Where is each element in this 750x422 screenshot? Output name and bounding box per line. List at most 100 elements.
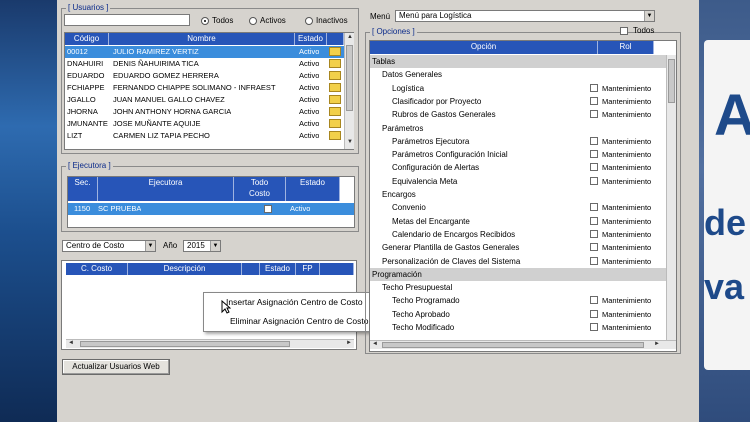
tree-option-row[interactable]: Parámetros Ejecutora Mantenimiento (370, 135, 666, 148)
tree-option-row[interactable]: Personalización de Claves del Sistema Man… (370, 255, 666, 268)
opciones-horizontal-scrollbar[interactable]: ◄ ► (370, 340, 676, 349)
usuario-row[interactable]: 00012 JULIO RAMIREZ VERTIZ Activo (65, 46, 344, 58)
opciones-vertical-scrollbar[interactable] (666, 55, 676, 340)
usuario-row[interactable]: FCHIAPPE FERNANDO CHIAPPE SOLIMANO - INF… (65, 82, 344, 94)
scroll-thumb[interactable] (80, 341, 290, 347)
tree-option-row[interactable]: Techo Aprobado Mantenimiento (370, 308, 666, 321)
folder-icon[interactable] (329, 95, 341, 104)
folder-icon[interactable] (329, 59, 341, 68)
scroll-thumb[interactable] (346, 45, 353, 111)
eliminar-asignacion-menu-item[interactable]: Eliminar Asignación Centro de Costo (230, 316, 368, 326)
tree-section-row[interactable]: Programación (370, 267, 666, 281)
rol-checkbox[interactable] (590, 83, 598, 92)
opciones-todos-checkbox[interactable] (620, 27, 628, 35)
insertar-asignacion-menu-item[interactable]: Insertar Asignación Centro de Costo (226, 297, 363, 307)
usuario-row[interactable]: DNAHUIRI DENIS ÑAHUIRIMA TICA Activo (65, 58, 344, 70)
scroll-thumb[interactable] (382, 342, 644, 348)
rol-label: Mantenimiento (602, 203, 652, 213)
tree-option-row[interactable]: Datos Generales (370, 68, 666, 81)
usuario-row[interactable]: EDUARDO EDUARDO GOMEZ HERRERA Activo (65, 70, 344, 82)
col-header-sec[interactable]: Sec. (68, 177, 98, 201)
rol-checkbox[interactable] (590, 150, 598, 159)
desktop-background-left (0, 0, 58, 422)
col-header-estado[interactable]: Estado (260, 263, 296, 275)
tree-option-row[interactable]: Configuración de Alertas Mantenimiento (370, 161, 666, 174)
tree-option-row[interactable]: Techo Modificado Mantenimiento (370, 321, 666, 334)
desktop-background-right: A de va (698, 0, 750, 422)
usuario-row[interactable]: JHORNA JOHN ANTHONY HORNA GARCIA Activo (65, 106, 344, 118)
anio-select[interactable]: 2015 ▼ (183, 240, 221, 252)
tipo-costo-select[interactable]: Centro de Costo ▼ (62, 240, 156, 252)
col-header-estado[interactable]: Estado (286, 177, 340, 201)
col-header-opcion[interactable]: Opción (370, 41, 598, 54)
folder-icon[interactable] (329, 47, 341, 56)
rol-checkbox[interactable] (590, 176, 598, 185)
tree-option-label: Techo Modificado (392, 323, 455, 332)
tree-option-row[interactable]: Parámetros (370, 122, 666, 135)
folder-icon[interactable] (329, 119, 341, 128)
rol-checkbox[interactable] (590, 110, 598, 119)
scroll-thumb[interactable] (668, 59, 675, 103)
todo-costo-checkbox[interactable] (264, 205, 272, 213)
folder-icon[interactable] (329, 71, 341, 80)
tree-option-row[interactable]: Parámetros Configuración Inicial Mantenim… (370, 148, 666, 161)
rol-label: Mantenimiento (602, 110, 652, 120)
tree-option-row[interactable]: Generar Plantilla de Gastos Generales Man… (370, 241, 666, 254)
tree-option-row[interactable]: Techo Programado Mantenimiento (370, 294, 666, 307)
usuario-search-input[interactable] (64, 14, 190, 26)
folder-icon[interactable] (329, 107, 341, 116)
rol-checkbox[interactable] (590, 256, 598, 265)
ejecutora-group-title: [ Ejecutora ] (66, 161, 113, 170)
tree-option-row[interactable]: Equivalencia Meta Mantenimiento (370, 175, 666, 188)
folder-icon[interactable] (329, 131, 341, 140)
tree-option-row[interactable]: Metas del Encargante Mantenimiento (370, 215, 666, 228)
tree-option-row[interactable]: Convenio Mantenimiento (370, 201, 666, 214)
rol-checkbox[interactable] (590, 229, 598, 238)
opciones-tree-body: Tablas Datos Generales Logística Mantenimie… (370, 55, 666, 340)
tree-option-row[interactable]: Encargos (370, 188, 666, 201)
col-header-nombre[interactable]: Nombre (109, 33, 295, 45)
actualizar-usuarios-web-button[interactable]: Actualizar Usuarios Web (62, 359, 170, 375)
rol-checkbox[interactable] (590, 309, 598, 318)
usuario-row[interactable]: JGALLO JUAN MANUEL GALLO CHAVEZ Activo (65, 94, 344, 106)
scroll-up-icon[interactable]: ▲ (347, 34, 353, 40)
scroll-left-icon[interactable]: ◄ (372, 341, 378, 347)
rol-checkbox[interactable] (590, 203, 598, 212)
col-header-descripcion[interactable]: Descripción (128, 263, 242, 275)
rol-checkbox[interactable] (590, 136, 598, 145)
filter-todos-radio[interactable]: Todos (201, 16, 233, 25)
centro-costo-horizontal-scrollbar[interactable]: ◄ ► (66, 339, 354, 348)
tree-option-row[interactable]: Calendario de Encargos Recibidos Mantenim… (370, 228, 666, 241)
col-header-codigo[interactable]: Código (65, 33, 109, 45)
col-header-estado[interactable]: Estado (295, 33, 327, 45)
rol-checkbox[interactable] (590, 296, 598, 305)
rol-checkbox[interactable] (590, 163, 598, 172)
tree-option-label: Logística (392, 83, 425, 93)
col-header-rol[interactable]: Rol (598, 41, 654, 54)
rol-checkbox[interactable] (590, 96, 598, 105)
scroll-down-icon[interactable]: ▼ (347, 139, 353, 145)
ejecutora-row[interactable]: 1150 SC PRUEBA Activo (68, 203, 354, 215)
usuario-row[interactable]: LIZT CARMEN LIZ TAPIA PECHO Activo (65, 130, 344, 142)
usuarios-vertical-scrollbar[interactable]: ▲ ▼ (344, 33, 354, 149)
scroll-right-icon[interactable]: ► (346, 340, 352, 346)
usuario-row[interactable]: JMUNANTE JOSE MUÑANTE AQUIJE Activo (65, 118, 344, 130)
col-header-todo-costo[interactable]: Todo Costo (234, 177, 286, 201)
menu-select[interactable]: Menú para Logística ▼ (395, 10, 655, 22)
filter-activos-radio[interactable]: Activos (249, 16, 286, 25)
tree-option-row[interactable]: Techo Presupuestal (370, 281, 666, 294)
col-header-c-costo[interactable]: C. Costo (66, 263, 128, 275)
tree-option-row[interactable]: Clasificador por Proyecto Mantenimiento (370, 95, 666, 108)
filter-inactivos-radio[interactable]: Inactivos (305, 16, 348, 25)
col-header-ejecutora[interactable]: Ejecutora (98, 177, 234, 201)
tree-option-row[interactable]: Rubros de Gastos Generales Mantenimiento (370, 108, 666, 121)
rol-checkbox[interactable] (590, 323, 598, 331)
rol-checkbox[interactable] (590, 243, 598, 252)
folder-icon[interactable] (329, 83, 341, 92)
tree-section-row[interactable]: Tablas (370, 55, 666, 68)
scroll-left-icon[interactable]: ◄ (68, 340, 74, 346)
rol-checkbox[interactable] (590, 216, 598, 225)
tree-option-row[interactable]: Logística Mantenimiento (370, 82, 666, 95)
scroll-right-icon[interactable]: ► (654, 341, 660, 347)
col-header-fp[interactable]: FP (296, 263, 320, 275)
